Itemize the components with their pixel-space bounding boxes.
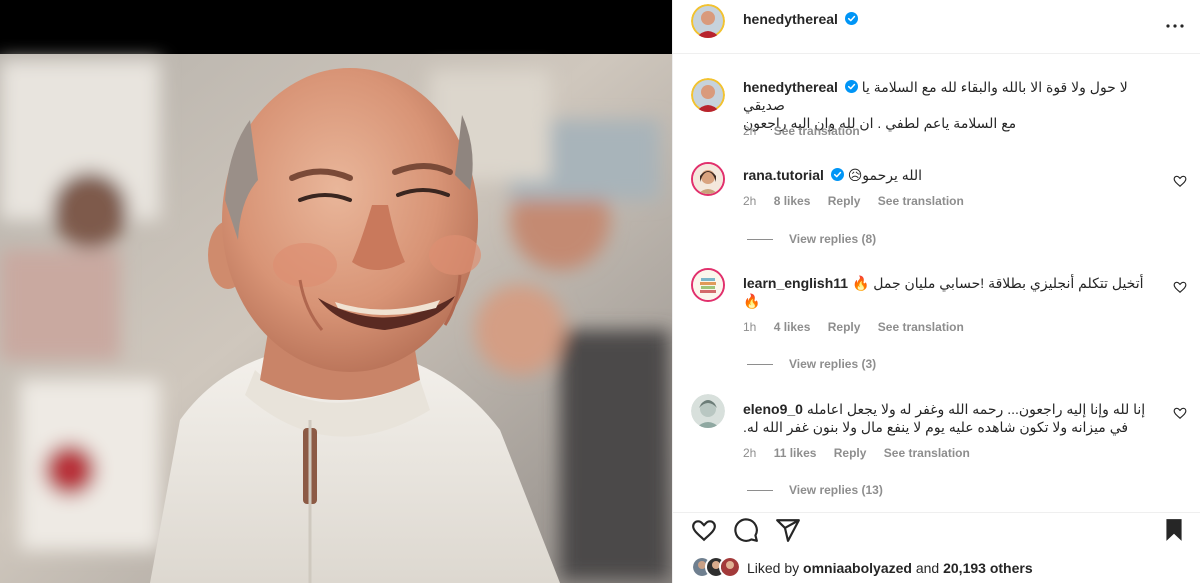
books-avatar	[693, 270, 723, 300]
liked-by-user[interactable]: omniaabolyazed	[803, 560, 912, 576]
view-replies-button[interactable]: View replies (3)	[747, 357, 876, 371]
comment-username[interactable]: learn_english11	[743, 275, 848, 291]
comment-text: أتخيل تتكلم أنجليزي بطلاقة !حسابي مليان …	[851, 275, 1144, 291]
post-image	[0, 0, 672, 583]
author-avatar-image	[691, 4, 725, 38]
view-replies-label: View replies (13)	[789, 483, 883, 497]
comment-reply-button[interactable]: Reply	[834, 446, 867, 460]
verified-badge-icon	[844, 80, 858, 93]
verified-badge-icon	[845, 12, 859, 25]
caption-avatar-image	[691, 78, 725, 112]
caption-see-translation[interactable]: See translation	[774, 124, 860, 138]
comment-see-translation[interactable]: See translation	[878, 194, 964, 208]
replies-divider	[747, 239, 773, 241]
comment-see-translation[interactable]: See translation	[878, 320, 964, 334]
liker-avatar-image	[721, 558, 739, 576]
comment-like-heart-icon[interactable]	[1173, 406, 1187, 420]
heart-icon[interactable]	[691, 517, 717, 543]
share-icon[interactable]	[775, 517, 801, 543]
comment-username[interactable]: eleno9_0	[743, 401, 803, 417]
comment-avatar[interactable]	[691, 268, 725, 302]
comment-icon[interactable]	[733, 517, 759, 543]
profile-avatar	[693, 164, 723, 194]
profile-avatar	[691, 394, 725, 428]
view-replies-label: View replies (3)	[789, 357, 877, 371]
comment-avatar[interactable]	[691, 162, 725, 196]
caption-username[interactable]: henedythereal	[743, 79, 838, 95]
likes-count[interactable]: 20,193 others	[943, 560, 1033, 576]
likes-and: and	[915, 560, 940, 576]
bookmark-icon[interactable]	[1161, 517, 1187, 543]
comment-see-translation[interactable]: See translation	[884, 446, 970, 460]
comment-likes[interactable]: 11 likes	[774, 446, 817, 460]
portrait-photo	[0, 0, 672, 583]
author-avatar[interactable]	[691, 4, 725, 38]
liker-avatar	[719, 556, 741, 578]
comment-time: 2h	[743, 446, 757, 460]
post-detail-panel: henedythereal henedythereal لا حول ولا ق…	[672, 0, 1200, 583]
comment-like-heart-icon[interactable]	[1173, 280, 1187, 294]
verified-badge-icon	[830, 168, 844, 181]
author-username[interactable]: henedythereal	[743, 11, 838, 27]
comment-item: rana.tutorial الله يرحمو😥 2h 8 likes Rep…	[673, 160, 1200, 260]
comment-time: 2h	[743, 194, 757, 208]
comment-item: eleno9_0 إنا لله وإنا إليه راجعون... رحم…	[673, 392, 1200, 504]
comment-text-line2: في ميزانه ولا تكون شاهده عليه يوم لا ينف…	[743, 419, 1129, 435]
comment-text-line2: 🔥	[743, 293, 761, 309]
post-header: henedythereal	[673, 0, 1200, 54]
comment-reply-button[interactable]: Reply	[828, 320, 861, 334]
replies-divider	[747, 490, 773, 492]
more-horizontal-icon[interactable]	[1163, 14, 1187, 38]
comment-time: 1h	[743, 320, 757, 334]
post-caption: henedythereal لا حول ولا قوة الا بالله و…	[673, 76, 1200, 146]
comment-text: إنا لله وإنا إليه راجعون... رحمه الله وغ…	[806, 401, 1146, 417]
comment-likes[interactable]: 8 likes	[774, 194, 811, 208]
comment-reply-button[interactable]: Reply	[828, 194, 861, 208]
comment-item: learn_english11 أتخيل تتكلم أنجليزي بطلا…	[673, 266, 1200, 376]
comment-like-heart-icon[interactable]	[1173, 174, 1187, 188]
likes-prefix: Liked by	[747, 560, 800, 576]
comment-username[interactable]: rana.tutorial	[743, 167, 824, 183]
view-replies-button[interactable]: View replies (13)	[747, 483, 883, 497]
caption-author-avatar[interactable]	[691, 78, 725, 112]
view-replies-button[interactable]: View replies (8)	[747, 232, 876, 246]
comment-likes[interactable]: 4 likes	[774, 320, 811, 334]
comment-avatar[interactable]	[691, 394, 725, 428]
view-replies-label: View replies (8)	[789, 232, 877, 246]
post-actions-bar	[673, 512, 1200, 546]
comment-text: الله يرحمو😥	[847, 167, 923, 183]
caption-time: 2h	[743, 124, 757, 138]
replies-divider	[747, 364, 773, 366]
